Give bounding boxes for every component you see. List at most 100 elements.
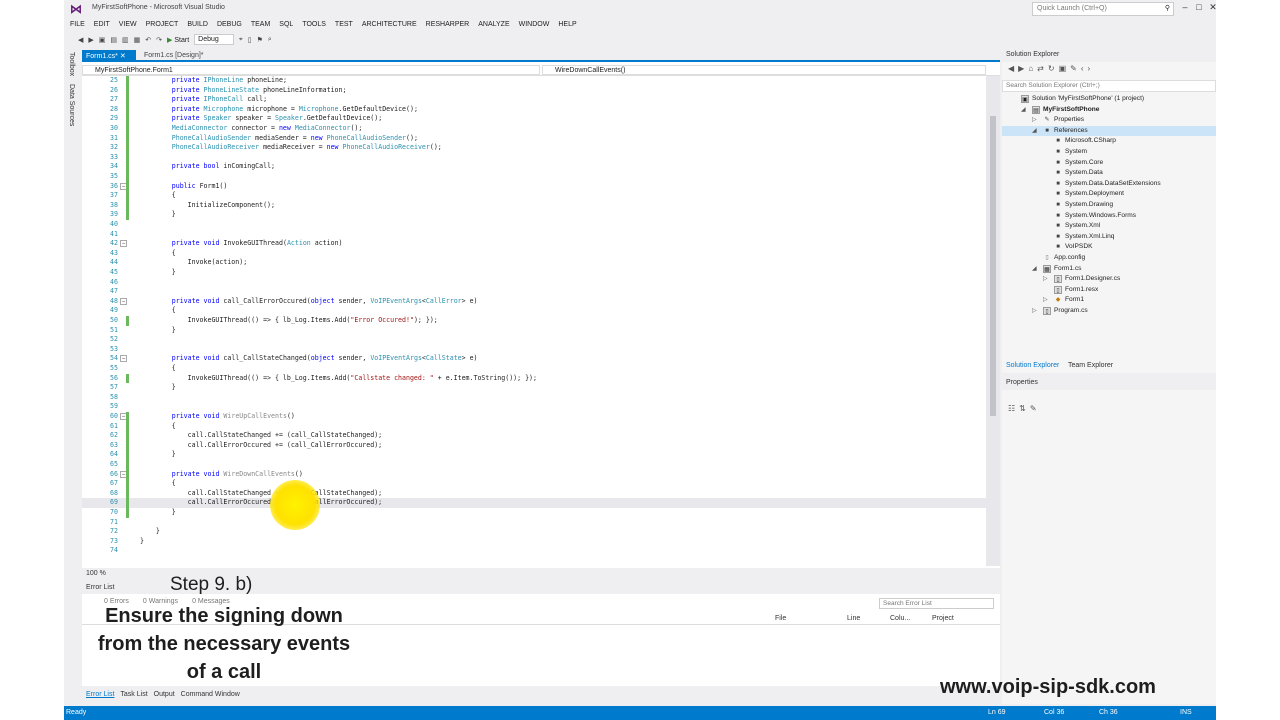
attach-icon[interactable]: ⌖: [239, 36, 243, 44]
code-line[interactable]: 26 private PhoneLineState phoneLineInfor…: [82, 85, 986, 96]
comment-icon[interactable]: ▯: [248, 36, 252, 44]
code-line[interactable]: 48 private void call_CallErrorOccured(ob…: [82, 297, 986, 307]
menu-debug[interactable]: DEBUG: [217, 21, 242, 28]
minimize-button[interactable]: –: [1178, 2, 1192, 16]
code-line[interactable]: 70 }: [82, 508, 986, 518]
expand-arrow-icon[interactable]: ◢: [1032, 264, 1037, 275]
collapse-icon[interactable]: ▣: [1059, 64, 1071, 73]
tab-task-list[interactable]: Task List: [120, 691, 147, 699]
code-line[interactable]: 55 {: [82, 364, 986, 374]
forward-icon[interactable]: ▶: [88, 36, 93, 44]
tab-solution-explorer[interactable]: Solution Explorer: [1006, 362, 1059, 369]
tree-item[interactable]: ■ System.Core: [1002, 158, 1216, 169]
member-dropdown[interactable]: WireDownCallEvents(): [542, 65, 986, 75]
properties-icon[interactable]: ✎: [1070, 64, 1081, 73]
tree-item[interactable]: ■ System.Data.DataSetExtensions: [1002, 179, 1216, 190]
code-line[interactable]: 28 private Microphone microphone = Micro…: [82, 104, 986, 115]
menu-file[interactable]: FILE: [70, 21, 85, 28]
collapse-icon[interactable]: −: [120, 240, 127, 248]
menu-project[interactable]: PROJECT: [146, 21, 179, 28]
menu-window[interactable]: WINDOW: [519, 21, 550, 28]
find-icon[interactable]: ⌕: [268, 36, 272, 44]
code-line[interactable]: 46: [82, 278, 986, 288]
tree-item[interactable]: ■ System.Xml.Linq: [1002, 232, 1216, 243]
redo-icon[interactable]: ↷: [156, 36, 162, 44]
tree-item[interactable]: ■ VoIPSDK: [1002, 242, 1216, 253]
error-search-input[interactable]: Search Error List: [879, 598, 994, 609]
home-icon[interactable]: ⌂: [1028, 64, 1037, 73]
code-line[interactable]: 69 call.CallErrorOccured -= (call_CallEr…: [82, 498, 986, 508]
code-line[interactable]: 64 }: [82, 450, 986, 460]
undo-icon[interactable]: ↶: [145, 36, 151, 44]
code-line[interactable]: 43 {: [82, 249, 986, 259]
code-line[interactable]: 57 }: [82, 383, 986, 393]
tree-item[interactable]: ▷ ▯ Form1.Designer.cs: [1002, 274, 1216, 285]
menu-sql[interactable]: SQL: [279, 21, 293, 28]
code-line[interactable]: 25 private IPhoneLine phoneLine;: [82, 76, 986, 86]
save-icon[interactable]: ▥: [122, 36, 129, 44]
column-project[interactable]: Project: [932, 615, 954, 622]
menu-test[interactable]: TEST: [335, 21, 353, 28]
code-line[interactable]: 74: [82, 546, 986, 556]
menu-edit[interactable]: EDIT: [94, 21, 110, 28]
tab-output[interactable]: Output: [154, 691, 175, 699]
collapse-icon[interactable]: −: [120, 355, 127, 363]
zoom-level[interactable]: 100 %: [86, 570, 106, 577]
code-line[interactable]: 60 private void WireUpCallEvents() −: [82, 412, 986, 422]
code-line[interactable]: 61 {: [82, 421, 986, 432]
code-line[interactable]: 68 call.CallStateChanged -= (call_CallSt…: [82, 488, 986, 499]
expand-arrow-icon[interactable]: ▷: [1032, 115, 1037, 126]
code-line[interactable]: 49 {: [82, 306, 986, 316]
close-icon[interactable]: ✕: [120, 53, 126, 60]
tree-item[interactable]: ▯ App.config: [1002, 253, 1216, 264]
vertical-scrollbar[interactable]: [986, 76, 1000, 566]
toolbox-tab[interactable]: Toolbox: [68, 52, 75, 76]
open-icon[interactable]: ▤: [110, 36, 117, 44]
code-line[interactable]: 63 call.CallErrorOccured += (call_CallEr…: [82, 440, 986, 451]
categorized-icon[interactable]: ☷: [1008, 404, 1019, 413]
tree-item[interactable]: ◢ ▦ Form1.cs: [1002, 264, 1216, 275]
code-line[interactable]: 42 private void InvokeGUIThread(Action a…: [82, 239, 986, 249]
code-line[interactable]: 38 InitializeComponent();: [82, 200, 986, 211]
tree-item[interactable]: ■ System.Data: [1002, 168, 1216, 179]
alphabetical-icon[interactable]: ⇅: [1019, 404, 1030, 413]
code-line[interactable]: 29 private Speaker speaker = Speaker.Get…: [82, 114, 986, 124]
start-button[interactable]: ▶ Start: [167, 36, 189, 44]
code-line[interactable]: 31 PhoneCallAudioSender mediaSender = ne…: [82, 133, 986, 144]
code-line[interactable]: 65: [82, 460, 986, 470]
tree-item[interactable]: ◢ ■ References: [1002, 125, 1216, 137]
scrollbar-thumb[interactable]: [990, 116, 996, 416]
tree-item[interactable]: ■ System.Drawing: [1002, 200, 1216, 211]
code-line[interactable]: 62 call.CallStateChanged += (call_CallSt…: [82, 431, 986, 441]
tab-form1-cs[interactable]: Form1.cs* ✕: [82, 50, 136, 62]
code-line[interactable]: 45 }: [82, 268, 986, 278]
tree-item[interactable]: ▷ ▯ Program.cs: [1002, 306, 1216, 317]
column-line[interactable]: Line: [847, 615, 860, 622]
code-line[interactable]: 73}: [82, 537, 986, 547]
column-column[interactable]: Colu...: [890, 615, 910, 622]
back-icon[interactable]: ◀: [1008, 64, 1018, 73]
menu-view[interactable]: VIEW: [119, 21, 137, 28]
code-line[interactable]: 58: [82, 393, 986, 403]
tree-item[interactable]: ■ System: [1002, 147, 1216, 158]
code-line[interactable]: 71: [82, 518, 986, 528]
code-line[interactable]: 39 }: [82, 210, 986, 220]
expand-arrow-icon[interactable]: ◢: [1021, 105, 1026, 116]
class-dropdown[interactable]: MyFirstSoftPhone.Form1: [82, 65, 540, 75]
code-line[interactable]: 36 public Form1() −: [82, 181, 986, 192]
data-sources-tab[interactable]: Data Sources: [68, 84, 75, 126]
quick-launch-input[interactable]: Quick Launch (Ctrl+Q) ⚲: [1032, 2, 1174, 16]
code-line[interactable]: 53: [82, 345, 986, 355]
expand-arrow-icon[interactable]: ◢: [1032, 126, 1037, 137]
maximize-button[interactable]: □: [1192, 2, 1206, 16]
tree-item[interactable]: ■ Microsoft.CSharp: [1002, 136, 1216, 147]
tree-item[interactable]: ■ System.Xml: [1002, 221, 1216, 232]
code-line[interactable]: 27 private IPhoneCall call;: [82, 95, 986, 105]
save-all-icon[interactable]: ▦: [134, 36, 141, 44]
tree-item[interactable]: ▯ Form1.resx: [1002, 285, 1216, 296]
code-line[interactable]: 51 }: [82, 326, 986, 336]
code-line[interactable]: 32 PhoneCallAudioReceiver mediaReceiver …: [82, 143, 986, 153]
code-area[interactable]: 25 private IPhoneLine phoneLine; 26 priva…: [82, 76, 986, 566]
tab-team-explorer[interactable]: Team Explorer: [1068, 362, 1113, 369]
refresh-icon[interactable]: ↻: [1048, 64, 1059, 73]
